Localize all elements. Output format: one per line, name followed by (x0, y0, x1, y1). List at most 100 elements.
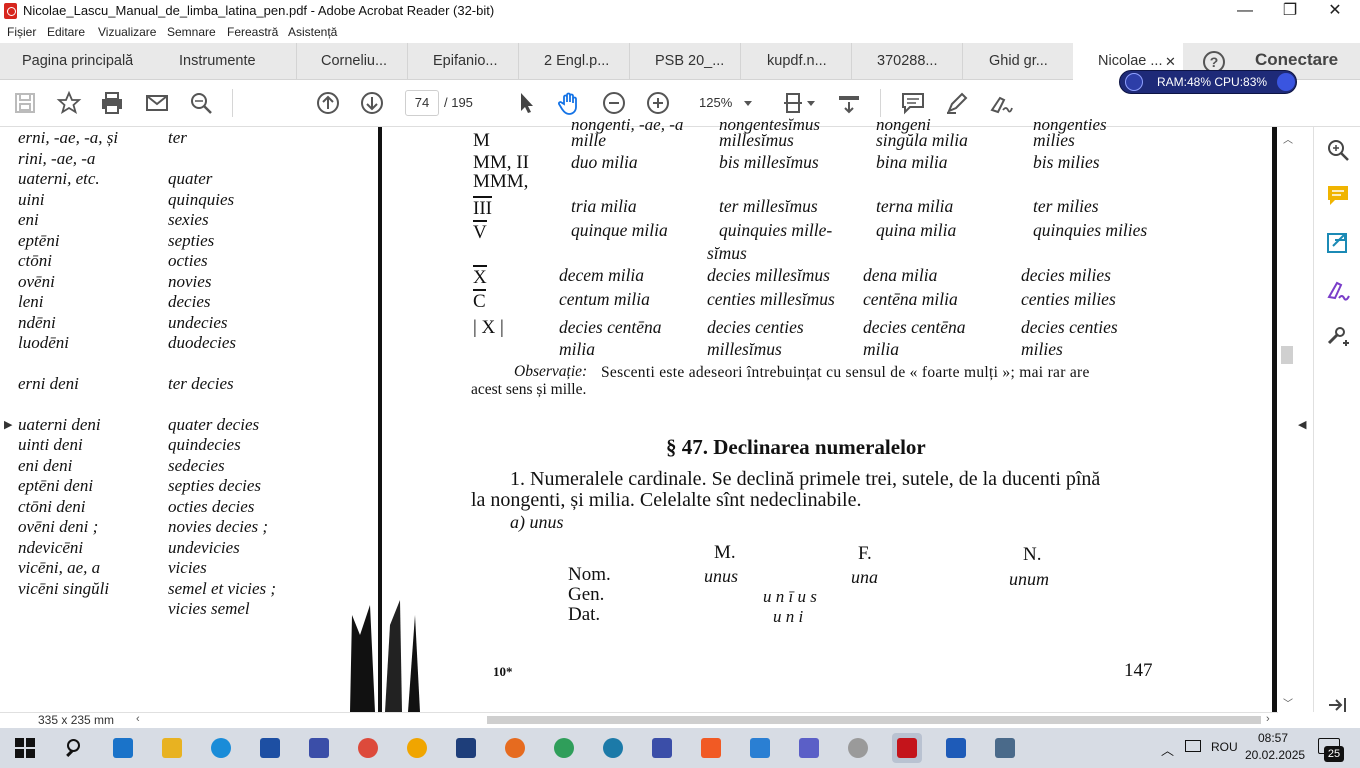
chevron-up-icon[interactable]: ︿ (1161, 740, 1174, 759)
zoom-out-icon[interactable] (601, 90, 627, 116)
word-icon[interactable] (941, 733, 971, 763)
app-bw-icon[interactable] (843, 733, 873, 763)
menu-window[interactable]: Fereastră (227, 25, 278, 39)
save-icon[interactable] (12, 90, 38, 116)
close-button[interactable]: ✕ (1312, 0, 1358, 23)
scrollbar-thumb[interactable] (1281, 346, 1293, 364)
fill-sign-icon[interactable] (988, 90, 1014, 116)
connect-button[interactable]: Conectare (1255, 50, 1338, 70)
fill-sign-icon[interactable] (1325, 277, 1351, 303)
tab-document[interactable]: 370288... (877, 43, 937, 80)
adverb-entry: sexies (168, 210, 209, 229)
firefox-icon[interactable] (500, 733, 530, 763)
vertical-scrollbar[interactable]: ︿ ﹀ (1278, 127, 1296, 712)
menu-sign[interactable]: Semnare (167, 25, 216, 39)
horizontal-scrollbar-thumb[interactable] (487, 716, 1261, 724)
menu-view[interactable]: Vizualizare (98, 25, 156, 39)
table-cell: singŭla milia (876, 130, 968, 150)
minimize-button[interactable]: — (1222, 0, 1268, 23)
media-icon[interactable] (255, 733, 285, 763)
collapse-panel-icon[interactable] (1325, 692, 1351, 718)
comment-icon[interactable] (900, 90, 926, 116)
app-cube-icon[interactable] (794, 733, 824, 763)
start-icon[interactable] (10, 733, 40, 763)
toolbar-divider (232, 89, 233, 117)
ie-icon[interactable] (108, 733, 138, 763)
left-panel-expand-icon[interactable]: ▶ (4, 418, 12, 431)
table-cell: duo milia (571, 152, 638, 172)
select-cursor-icon[interactable] (513, 90, 539, 116)
chevron-down-icon[interactable] (743, 98, 753, 108)
brave-icon[interactable] (696, 733, 726, 763)
zoom-in-icon[interactable] (645, 90, 671, 116)
next-page-icon[interactable] (359, 90, 385, 116)
column-header: F. (858, 543, 872, 564)
tab-document[interactable]: PSB 20_... (655, 43, 724, 80)
app-blue-icon[interactable] (451, 733, 481, 763)
fit-page-icon[interactable] (782, 90, 808, 116)
previous-page-icon[interactable] (315, 90, 341, 116)
table-cell: bina milia (876, 152, 948, 172)
chrome-icon[interactable] (353, 733, 383, 763)
scroll-up-icon[interactable]: ︿ (1283, 131, 1293, 146)
more-tools-icon[interactable] (1325, 323, 1351, 349)
decl-form: u n ī u s (763, 587, 817, 606)
roman-numeral: MMM, (473, 171, 529, 192)
scroll-mode-icon[interactable] (836, 90, 862, 116)
zoom-search-icon[interactable] (1325, 137, 1351, 163)
arrow-right-icon[interactable] (1277, 73, 1295, 91)
table-cell: decies centies (1021, 317, 1118, 337)
table-cell: centum milia (559, 289, 650, 309)
search-icon[interactable] (59, 733, 89, 763)
save-app2-icon[interactable] (647, 733, 677, 763)
print-icon[interactable] (99, 90, 125, 116)
network-icon[interactable] (1185, 740, 1201, 752)
tab-document[interactable]: Ghid gr... (989, 43, 1048, 80)
tab-document[interactable]: kupdf.n... (767, 43, 827, 80)
observation-label: Observație: (514, 363, 588, 380)
export-pdf-icon[interactable] (1325, 230, 1351, 256)
app-screen-icon[interactable] (990, 733, 1020, 763)
tab-document[interactable]: Corneliu... (321, 43, 387, 80)
tab-document[interactable]: 2 Engl.p... (544, 43, 609, 80)
hand-tool-icon[interactable] (557, 90, 583, 116)
globe-icon[interactable] (549, 733, 579, 763)
menu-edit[interactable]: Editare (47, 25, 85, 39)
clock-date[interactable]: 20.02.2025 (1245, 748, 1305, 762)
clock-time[interactable]: 08:57 (1258, 731, 1288, 745)
email-icon[interactable] (144, 90, 170, 116)
right-panel-collapse-icon[interactable]: ◀ (1298, 418, 1306, 431)
menu-file[interactable]: Fișier (7, 25, 36, 39)
search-icon[interactable] (188, 90, 214, 116)
scroll-left-icon[interactable]: ‹ (136, 713, 140, 725)
edge-icon[interactable] (206, 733, 236, 763)
table-cell: milies (1033, 130, 1075, 150)
app-orange-icon[interactable] (402, 733, 432, 763)
scroll-down-icon[interactable]: ﹀ (1283, 695, 1293, 710)
calc-icon[interactable] (598, 733, 628, 763)
numeral-entry: ovēni deni ; (18, 517, 99, 536)
bookmark-star-icon[interactable] (56, 90, 82, 116)
file-explorer-icon[interactable] (157, 733, 187, 763)
column-header: N. (1023, 544, 1042, 565)
decl-form: u n i (773, 607, 804, 626)
tab-document[interactable]: Epifanio... (433, 43, 498, 80)
menu-help[interactable]: Asistență (288, 25, 337, 39)
tab-home[interactable]: Pagina principală (22, 43, 133, 80)
subsection-label: a) unus (510, 512, 564, 532)
tab-divider (518, 43, 519, 80)
decl-form: unum (1009, 569, 1049, 589)
input-language[interactable]: ROU (1211, 740, 1238, 754)
page-number-input[interactable]: 74 (405, 90, 439, 116)
zoom-level[interactable]: 125% (699, 95, 732, 110)
save-app-icon[interactable] (304, 733, 334, 763)
chevron-down-icon[interactable] (806, 98, 816, 108)
tab-tools[interactable]: Instrumente (179, 43, 256, 80)
acrobat-icon[interactable] (892, 733, 922, 763)
highlight-pen-icon[interactable] (944, 90, 970, 116)
scroll-right-icon[interactable]: › (1266, 713, 1270, 725)
maximize-button[interactable]: ❐ (1267, 0, 1313, 23)
comment-icon[interactable] (1325, 183, 1351, 209)
adverb-entry: novies (168, 272, 212, 291)
app-shield-icon[interactable] (745, 733, 775, 763)
